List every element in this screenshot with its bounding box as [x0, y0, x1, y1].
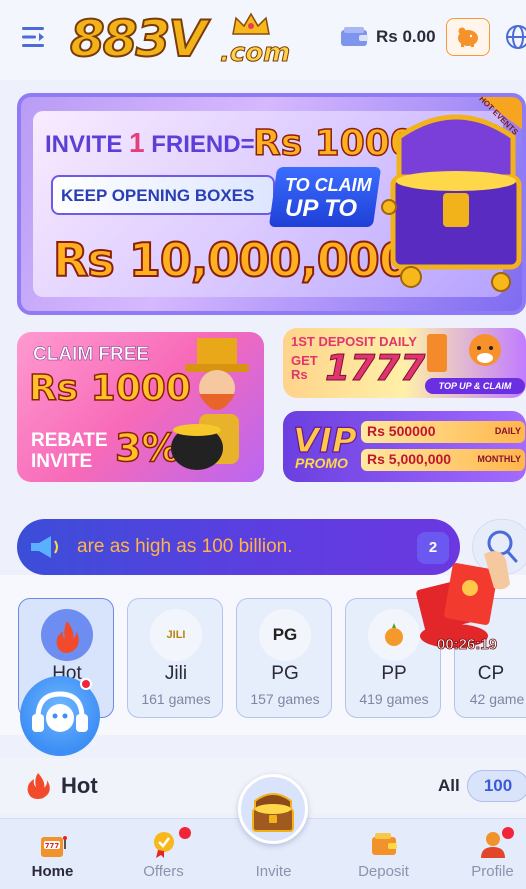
rebate-line-2: INVITE — [31, 451, 93, 472]
first-deposit-tile[interactable]: 1ST DEPOSIT DAILY GET Rs 1777 TOP UP & C… — [283, 328, 526, 398]
balance-amount: Rs 0.00 — [376, 27, 436, 46]
piggy-bank-icon — [458, 27, 478, 47]
svg-text:777: 777 — [45, 842, 60, 850]
category-label: PG — [271, 663, 299, 684]
jili-logo-icon: JILI — [150, 609, 202, 661]
crown-icon — [232, 12, 270, 35]
deposit-get-label: GET Rs — [291, 354, 318, 382]
nav-label: Profile — [471, 863, 514, 880]
nav-home[interactable]: 777 Home — [0, 819, 105, 889]
category-label: CP — [477, 663, 505, 684]
deposit-get-line-1: GET — [291, 353, 318, 368]
treasure-chest-icon — [252, 793, 294, 832]
pp-logo-icon — [368, 609, 420, 661]
category-label: PP — [381, 663, 407, 684]
notification-dot — [179, 827, 191, 839]
category-jili[interactable]: JILI Jili 161 games — [127, 598, 223, 718]
vip-promo-tile[interactable]: VIP PROMO Rs 500000 DAILY Rs 5,000,000 M… — [283, 411, 526, 482]
invite-count: 1 — [129, 127, 145, 158]
nav-label: Offers — [143, 863, 184, 880]
vip-promo-word: PROMO — [295, 455, 348, 471]
menu-icon[interactable] — [20, 24, 48, 50]
tiger-icon — [427, 334, 501, 372]
invite-line: INVITE 1 FRIEND= — [45, 127, 255, 159]
nav-deposit[interactable]: Deposit — [331, 819, 436, 889]
flame-icon — [27, 773, 50, 799]
logo-suffix: .com — [219, 38, 291, 69]
nav-label: Invite — [255, 863, 292, 880]
vip-daily-label: DAILY — [494, 426, 521, 436]
claim-line-2: UP TO — [285, 195, 358, 222]
flame-icon — [56, 621, 79, 653]
hot-section-title: Hot — [61, 773, 98, 798]
vip-monthly-label: MONTHLY — [477, 454, 521, 464]
piggy-bank-button[interactable] — [446, 18, 490, 56]
nav-offers[interactable]: Offers — [111, 819, 216, 889]
category-count: 419 games — [359, 691, 429, 707]
claim-line-1: TO CLAIM — [285, 175, 372, 195]
slot-machine-icon: 777 — [41, 836, 67, 857]
wallet-icon — [341, 27, 368, 46]
top-header: 883V .com Rs 0.00 — [0, 0, 526, 80]
announcement-marquee[interactable]: are as high as 100 billion. 2 — [17, 519, 460, 575]
vip-monthly-row: Rs 5,000,000 MONTHLY — [361, 449, 525, 471]
nav-label: Deposit — [358, 863, 409, 880]
vip-daily-amount: Rs 500000 — [367, 423, 436, 439]
jili-logo-text: JILI — [166, 629, 186, 641]
all-games-count[interactable]: 100 — [467, 770, 526, 802]
megaphone-icon — [31, 536, 58, 558]
rebate-line-1: REBATE — [31, 430, 108, 451]
category-count: 157 games — [250, 691, 320, 707]
nav-label: Home — [31, 863, 74, 880]
vip-monthly-amount: Rs 5,000,000 — [367, 451, 452, 467]
category-count: 42 game — [469, 691, 525, 707]
all-games-label[interactable]: All — [438, 776, 460, 796]
globe-icon[interactable] — [505, 24, 526, 50]
deposit-title: 1ST DEPOSIT DAILY — [291, 334, 417, 349]
notification-dot — [80, 678, 92, 690]
notification-dot — [502, 827, 514, 839]
site-logo[interactable]: 883V .com — [69, 8, 291, 70]
wallet-deposit-icon — [372, 833, 397, 855]
nav-profile[interactable]: Profile — [440, 819, 526, 889]
keep-opening-text: KEEP OPENING BOXES — [61, 186, 255, 205]
hot-events-ribbon — [479, 97, 522, 130]
pp-logo-shape — [385, 623, 403, 646]
category-count: 161 games — [141, 691, 211, 707]
vip-daily-row: Rs 500000 DAILY — [361, 421, 525, 443]
pg-logo-text: PG — [272, 625, 298, 644]
big-prize-amount: Rs 10,000,000 — [52, 232, 412, 288]
invite-prefix: INVITE — [45, 131, 123, 158]
top-up-claim-button[interactable]: TOP UP & CLAIM — [425, 378, 525, 394]
logo-text: 883V — [69, 9, 208, 69]
offers-badge-icon — [154, 832, 174, 858]
category-icon-bg — [41, 609, 93, 661]
leprechaun-icon — [171, 338, 249, 470]
deposit-get-line-2: Rs — [291, 367, 308, 382]
claim-free-tile[interactable]: CLAIM FREE Rs 1000 REBATE INVITE 3% — [17, 332, 264, 482]
rebate-invite-label: REBATE INVITE — [31, 430, 108, 472]
category-label: Jili — [164, 663, 188, 684]
invite-suffix: FRIEND= — [151, 131, 255, 158]
category-pg[interactable]: PG PG 157 games — [236, 598, 332, 718]
invite-center-button[interactable] — [238, 774, 308, 844]
deposit-amount: 1777 — [324, 348, 426, 390]
envelope-timer: 00:26:19 — [437, 636, 498, 654]
claim-free-title: CLAIM FREE — [33, 344, 150, 366]
marquee-text: are as high as 100 billion. — [77, 536, 293, 557]
pg-logo-icon: PG — [259, 609, 311, 661]
invite-banner[interactable]: INVITE 1 FRIEND= Rs 1000 KEEP OPENING BO… — [17, 93, 526, 315]
